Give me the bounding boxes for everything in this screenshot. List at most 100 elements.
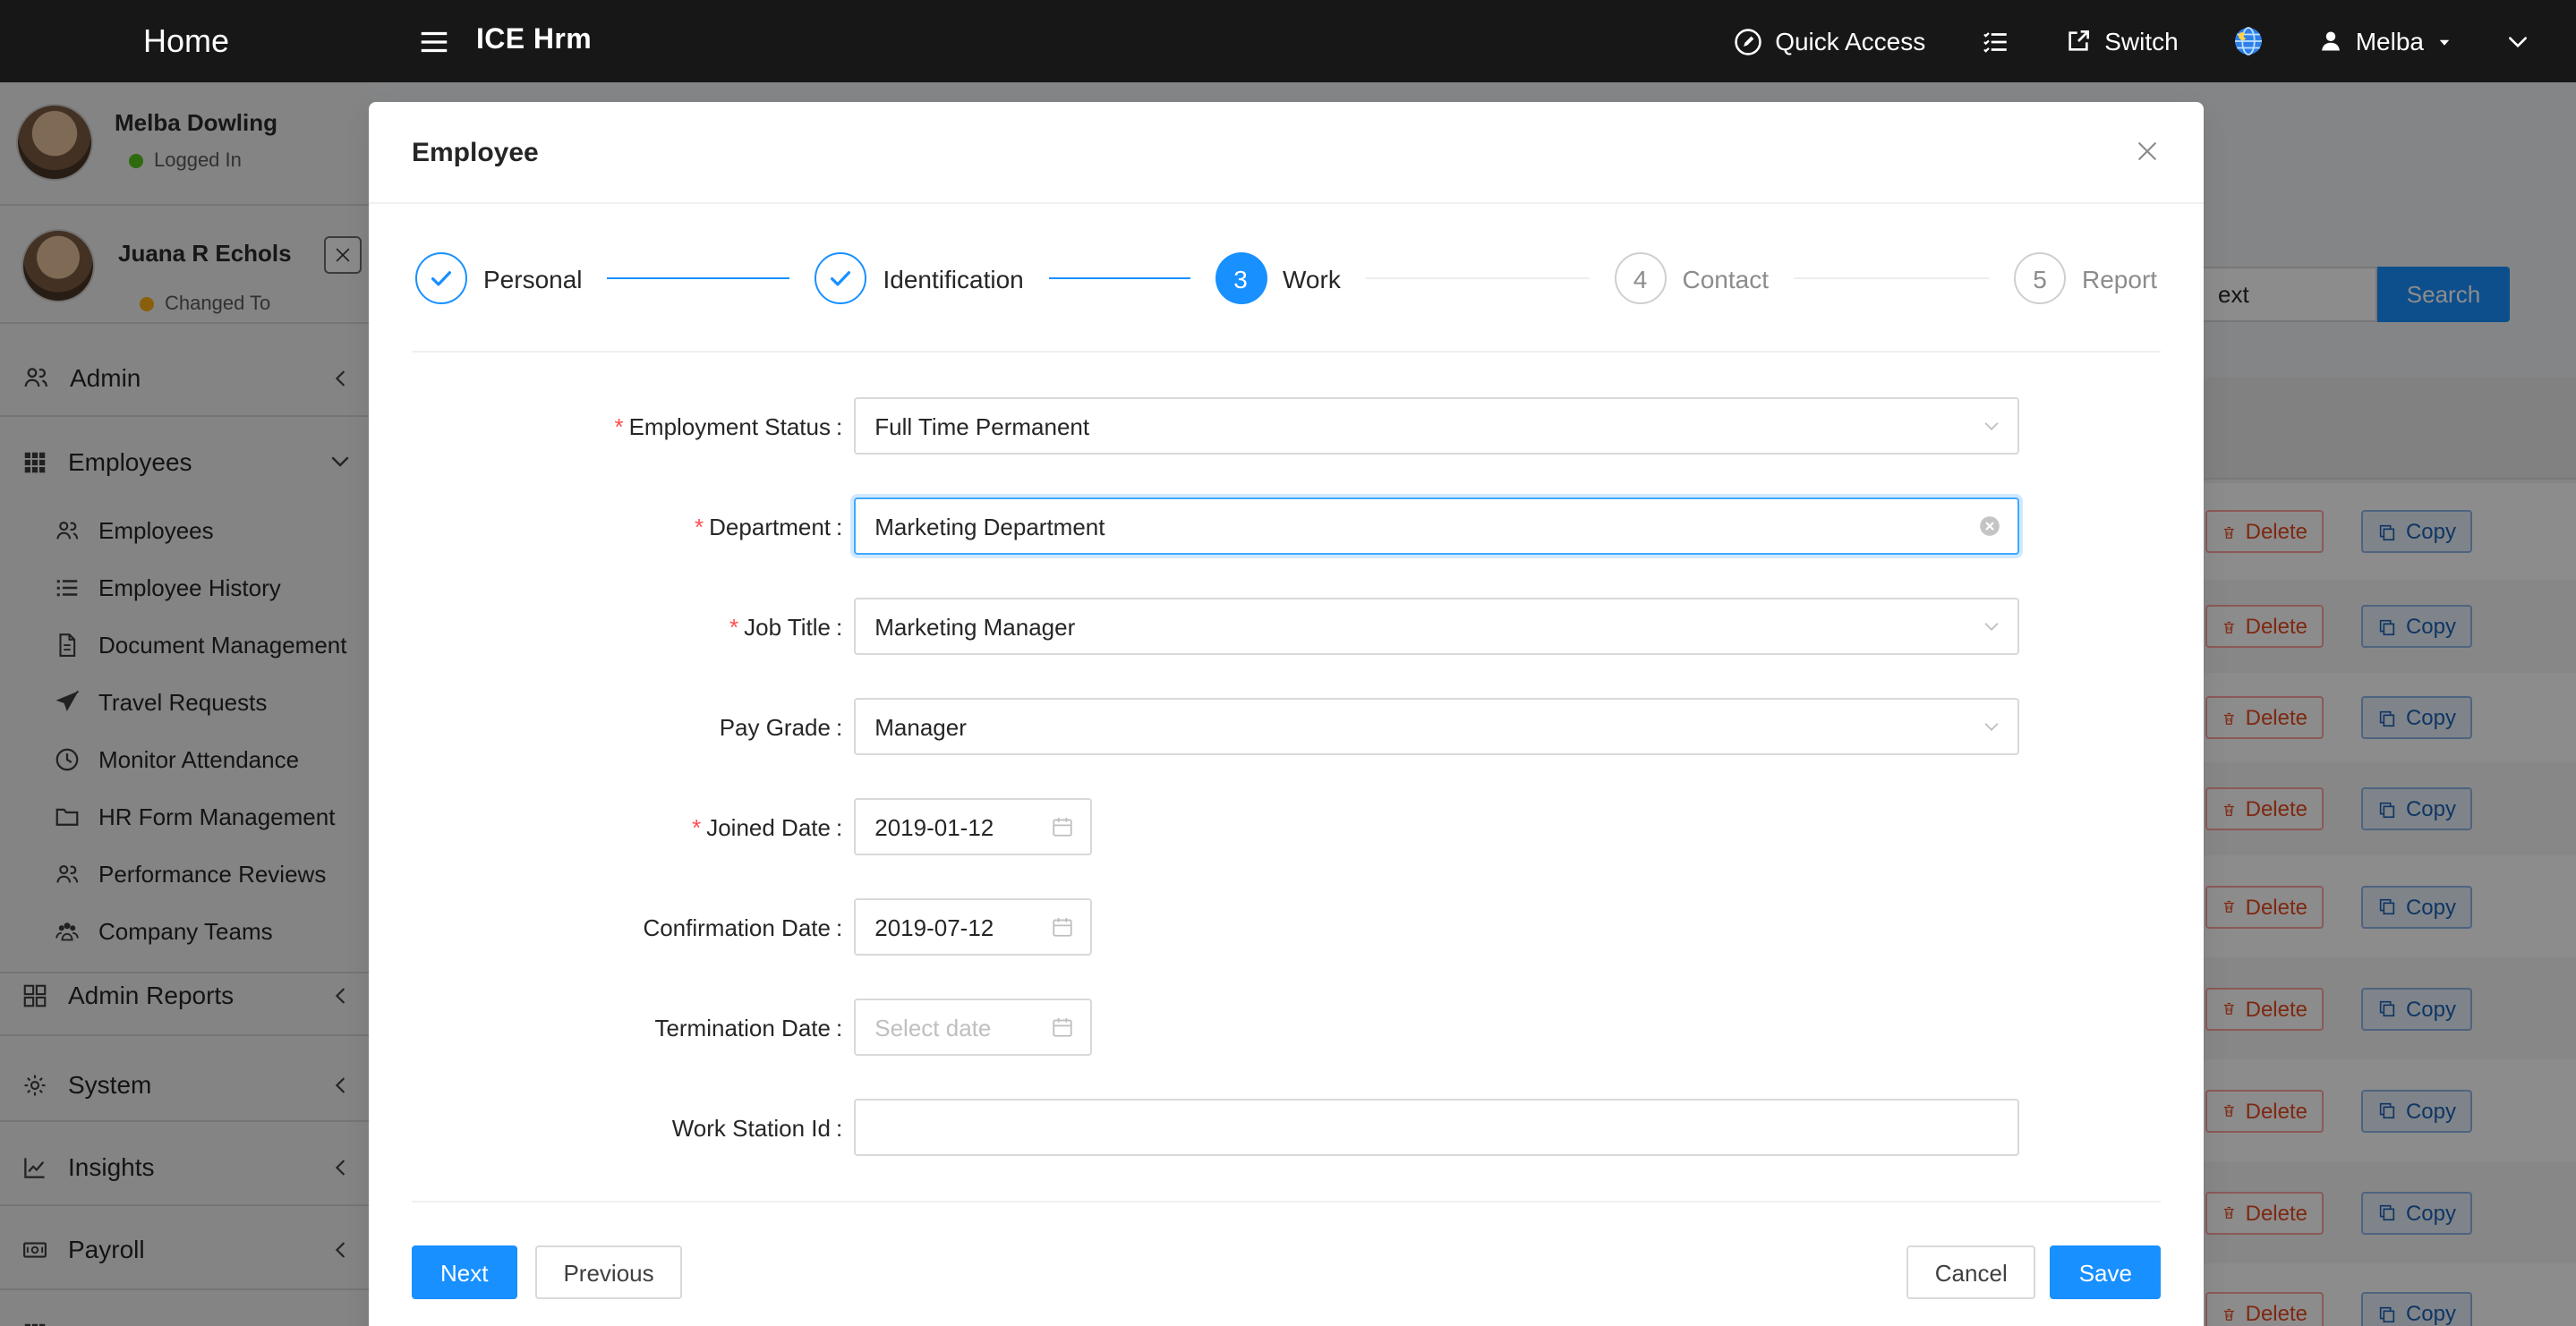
chevron-down-icon [1981, 717, 2000, 736]
required-mark: * [729, 613, 738, 640]
app-viewport: Home ICE Hrm Quick Access Switch Melba [0, 0, 2576, 1326]
required-mark: * [695, 513, 704, 540]
user-menu-label: Melba [2356, 27, 2424, 55]
step-contact[interactable]: 4 Contact [1615, 252, 2015, 304]
label-colon: : [836, 613, 842, 640]
calendar-icon [1050, 1016, 1073, 1039]
nav-home-link[interactable]: Home [0, 22, 372, 60]
close-icon [2134, 138, 2161, 165]
joined-date-picker[interactable]: 2019-01-12 [853, 798, 1091, 855]
step-connector [1366, 277, 1590, 279]
form-row-department: *Department : Marketing Department [412, 497, 2161, 555]
label-colon: : [836, 813, 842, 840]
switch-icon [2063, 27, 2092, 55]
step-label: Work [1283, 264, 1341, 293]
pay-grade-select[interactable]: Manager [853, 698, 2018, 755]
edit-circle-icon [1732, 26, 1762, 56]
wizard-steps: Personal Identification 3 Work 4 Contact… [369, 204, 2204, 304]
step-number: 5 [2014, 252, 2066, 304]
form-row-termination-date: Termination Date : Select date [412, 999, 2161, 1056]
field-label: *Employment Status [412, 412, 831, 439]
step-label: Report [2082, 264, 2157, 293]
date-value: 2019-01-12 [874, 813, 994, 840]
collapse-navbar-button[interactable] [2506, 30, 2529, 53]
field-label: Work Station Id [412, 1114, 831, 1141]
work-form: *Employment Status : Full Time Permanent… [369, 353, 2204, 1156]
form-row-employment-status: *Employment Status : Full Time Permanent [412, 397, 2161, 455]
required-mark: * [692, 813, 701, 840]
clear-icon[interactable] [1977, 514, 2000, 538]
label-colon: : [836, 713, 842, 740]
top-navbar: Home ICE Hrm Quick Access Switch Melba [0, 0, 2576, 82]
quick-access-label: Quick Access [1775, 27, 1925, 55]
select-value: Manager [874, 713, 967, 740]
step-number: 4 [1615, 252, 1667, 304]
modal-close-button[interactable] [2134, 138, 2161, 165]
modal-title: Employee [412, 137, 539, 167]
chevron-down-icon [1981, 416, 2000, 436]
form-row-pay-grade: Pay Grade : Manager [412, 698, 2161, 755]
form-row-work-station-id: Work Station Id : [412, 1099, 2161, 1156]
employment-status-select[interactable]: Full Time Permanent [853, 397, 2018, 455]
caret-down-icon [2436, 33, 2452, 49]
step-connector [608, 277, 790, 279]
step-identification[interactable]: Identification [815, 252, 1215, 304]
select-value: Marketing Department [874, 513, 1105, 540]
field-label: *Joined Date [412, 813, 831, 840]
termination-date-picker[interactable]: Select date [853, 999, 1091, 1056]
modal-header: Employee [369, 102, 2204, 204]
hamburger-menu-icon[interactable] [417, 24, 451, 58]
field-label: *Job Title [412, 613, 831, 640]
required-mark: * [614, 412, 623, 439]
step-personal[interactable]: Personal [415, 252, 815, 304]
label-colon: : [836, 412, 842, 439]
label-colon: : [836, 1114, 842, 1141]
step-label: Identification [883, 264, 1024, 293]
chevron-down-icon [2506, 30, 2529, 53]
divider [412, 1201, 2161, 1203]
step-connector [1794, 277, 1989, 279]
globe-icon [2232, 25, 2265, 57]
department-select[interactable]: Marketing Department [853, 497, 2018, 555]
label-colon: : [836, 914, 842, 940]
confirmation-date-picker[interactable]: 2019-07-12 [853, 898, 1091, 956]
date-placeholder: Select date [874, 1014, 991, 1041]
user-menu[interactable]: Melba [2318, 27, 2452, 55]
date-value: 2019-07-12 [874, 914, 994, 940]
step-number: 3 [1215, 252, 1267, 304]
job-title-select[interactable]: Marketing Manager [853, 598, 2018, 655]
app-brand: ICE Hrm [476, 25, 592, 57]
cancel-button[interactable]: Cancel [1906, 1245, 2036, 1299]
calendar-icon [1050, 815, 1073, 838]
employee-modal: Employee Personal Identification 3 Work [369, 102, 2204, 1326]
save-button[interactable]: Save [2051, 1245, 2161, 1299]
label-colon: : [836, 1014, 842, 1041]
person-icon [2318, 29, 2343, 54]
field-label: Pay Grade [412, 713, 831, 740]
switch-label: Switch [2104, 27, 2178, 55]
quick-access-button[interactable]: Quick Access [1732, 26, 1925, 56]
step-label: Contact [1683, 264, 1770, 293]
select-value: Full Time Permanent [874, 412, 1089, 439]
navbar-right: Quick Access Switch Melba [1678, 25, 2529, 57]
calendar-icon [1050, 915, 1073, 939]
form-row-joined-date: *Joined Date : 2019-01-12 [412, 798, 2161, 855]
tasks-button[interactable] [1979, 26, 2009, 56]
step-report[interactable]: 5 Report [2014, 252, 2157, 304]
chevron-down-icon [1981, 616, 2000, 636]
switch-button[interactable]: Switch [2063, 27, 2178, 55]
work-station-id-input[interactable] [853, 1099, 2018, 1156]
next-button[interactable]: Next [412, 1245, 516, 1299]
step-work[interactable]: 3 Work [1215, 252, 1615, 304]
field-label: Termination Date [412, 1014, 831, 1041]
step-label: Personal [483, 264, 583, 293]
modal-footer: Next Previous Cancel Save [412, 1245, 2161, 1299]
step-check-icon [415, 252, 467, 304]
select-value: Marketing Manager [874, 613, 1075, 640]
checklist-icon [1979, 26, 2009, 56]
language-button[interactable] [2232, 25, 2265, 57]
label-colon: : [836, 513, 842, 540]
previous-button[interactable]: Previous [534, 1245, 682, 1299]
form-row-confirmation-date: Confirmation Date : 2019-07-12 [412, 898, 2161, 956]
step-connector [1049, 277, 1190, 279]
